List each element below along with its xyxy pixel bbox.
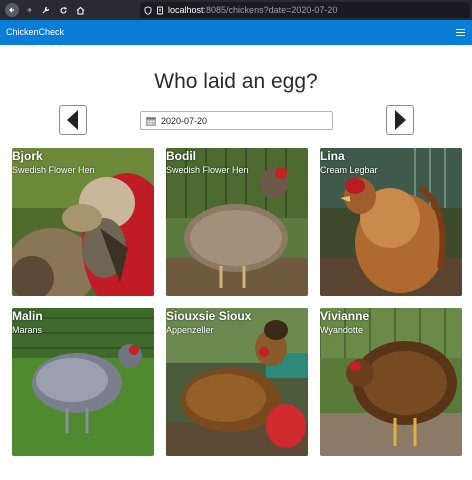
shield-icon xyxy=(144,5,152,15)
browser-toolbar: localhost:8085/chickens?date=2020-07-20 xyxy=(0,0,472,20)
chicken-card-malin[interactable]: Malin Marans xyxy=(12,308,154,456)
chicken-card-vivianne[interactable]: Vivianne Wyandotte xyxy=(320,308,462,456)
chicken-name: Lina xyxy=(320,149,345,163)
chicken-card-siouxsie-sioux[interactable]: Siouxsie Sioux Appenzeller xyxy=(166,308,308,456)
chicken-name: Vivianne xyxy=(320,309,370,323)
right-triangle-icon xyxy=(395,110,406,130)
chicken-breed: Swedish Flower Hen xyxy=(12,165,95,175)
home-button[interactable] xyxy=(73,3,87,17)
next-day-button[interactable] xyxy=(386,105,414,135)
forward-arrow-icon xyxy=(27,7,32,13)
chicken-card-bjork[interactable]: Bjork Swedish Flower Hen xyxy=(12,148,154,296)
chicken-card-lina[interactable]: Lina Cream Legbar xyxy=(320,148,462,296)
forward-button[interactable] xyxy=(22,3,36,17)
date-picker[interactable] xyxy=(140,111,333,130)
chicken-name: Malin xyxy=(12,309,43,323)
chicken-breed: Appenzeller xyxy=(166,325,214,335)
app-brand[interactable]: ChickenCheck xyxy=(6,27,64,37)
chicken-name: Bodil xyxy=(166,149,196,163)
chicken-name: Siouxsie Sioux xyxy=(166,309,252,323)
hamburger-menu-icon[interactable] xyxy=(456,28,465,37)
date-input[interactable] xyxy=(161,115,311,126)
chicken-breed: Marans xyxy=(12,325,43,335)
calendar-icon xyxy=(146,116,156,126)
page-title: Who laid an egg? xyxy=(154,70,318,93)
chicken-breed: Swedish Flower Hen xyxy=(166,165,249,175)
left-triangle-icon xyxy=(67,110,78,130)
back-arrow-icon xyxy=(9,7,14,13)
app-navbar: ChickenCheck xyxy=(0,20,472,45)
chicken-name: Bjork xyxy=(12,149,43,163)
chicken-breed: Wyandotte xyxy=(320,325,363,335)
extensions-button[interactable] xyxy=(39,3,53,17)
back-button[interactable] xyxy=(5,3,19,17)
url-host: localhost xyxy=(168,5,204,15)
wrench-icon xyxy=(42,6,50,14)
home-icon xyxy=(76,6,84,15)
address-bar[interactable]: localhost:8085/chickens?date=2020-07-20 xyxy=(140,2,470,18)
url-path: :8085/chickens?date=2020-07-20 xyxy=(203,5,338,15)
page-info-icon xyxy=(157,6,163,14)
reload-icon xyxy=(60,6,67,14)
previous-day-button[interactable] xyxy=(59,105,87,135)
chicken-breed: Cream Legbar xyxy=(320,165,378,175)
chicken-card-bodil[interactable]: Bodil Swedish Flower Hen xyxy=(166,148,308,296)
reload-button[interactable] xyxy=(56,3,70,17)
